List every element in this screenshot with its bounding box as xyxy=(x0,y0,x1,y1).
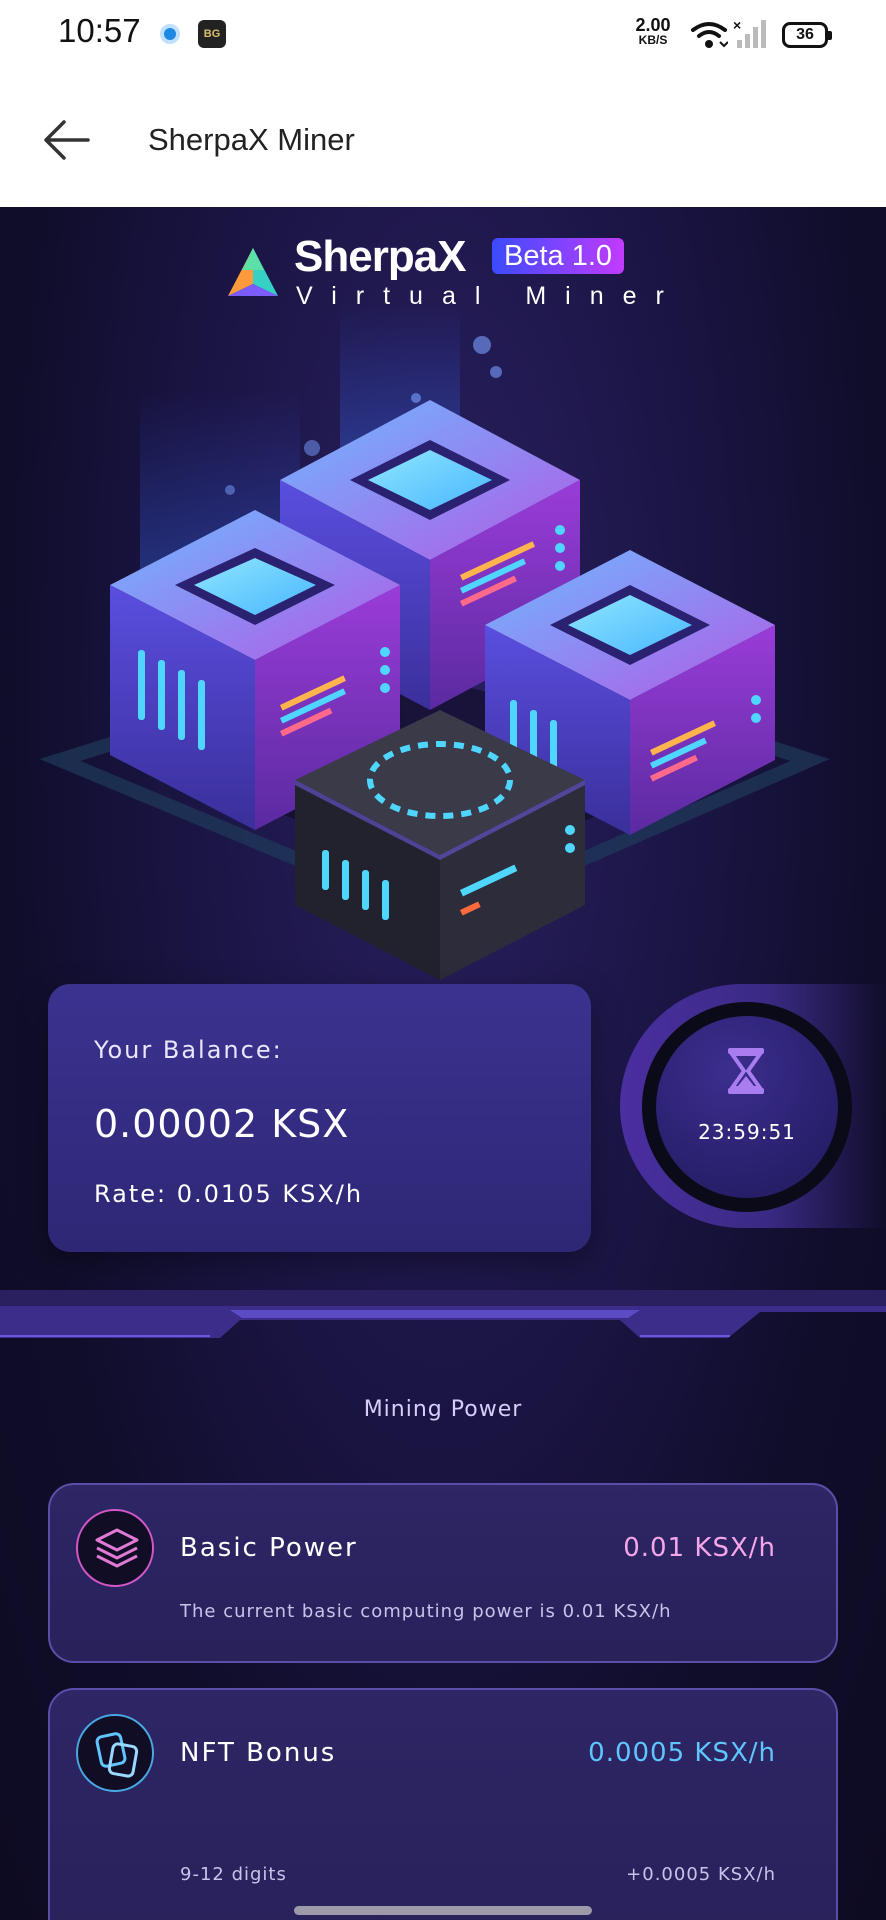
nft-bonus-value: 0.0005 KSX/h xyxy=(588,1738,776,1768)
section-divider xyxy=(0,1290,886,1338)
back-arrow-icon[interactable] xyxy=(40,112,96,168)
app-bar: SherpaX Miner xyxy=(0,72,886,207)
layers-icon xyxy=(76,1509,154,1587)
location-icon xyxy=(160,24,180,44)
nft-bonus-tier: 9-12 digits xyxy=(180,1864,287,1885)
timer-value: 23:59:51 xyxy=(698,1120,796,1144)
signal-icon: × xyxy=(733,18,766,48)
balance-card: Your Balance: 0.00002 KSX Rate: 0.0105 K… xyxy=(48,984,591,1252)
basic-power-description: The current basic computing power is 0.0… xyxy=(180,1601,672,1622)
app-screen: 10:57 BG 2.00 KB/S × 36 SherpaX Miner Sh… xyxy=(0,0,886,1920)
network-speed: 2.00 KB/S xyxy=(630,16,676,46)
mining-timer-button[interactable]: 23:59:51 xyxy=(620,984,886,1228)
home-indicator[interactable] xyxy=(294,1906,592,1915)
nft-bonus-card[interactable]: NFT Bonus 0.0005 KSX/h 9-12 digits +0.00… xyxy=(48,1688,838,1920)
basic-power-card[interactable]: Basic Power 0.01 KSX/h The current basic… xyxy=(48,1483,838,1663)
mining-rigs-illustration xyxy=(40,300,830,980)
logo-name: SherpaX xyxy=(294,232,467,281)
nft-bonus-title: NFT Bonus xyxy=(180,1738,337,1768)
svg-text:×: × xyxy=(733,18,741,33)
nft-icon xyxy=(76,1714,154,1792)
balance-value: 0.00002 KSX xyxy=(94,1102,350,1146)
beta-badge: Beta 1.0 xyxy=(492,238,625,274)
hourglass-icon xyxy=(728,1048,764,1094)
status-bar: 10:57 BG 2.00 KB/S × 36 xyxy=(0,0,886,72)
page-title: SherpaX Miner xyxy=(148,122,355,157)
app-icon: BG xyxy=(198,20,226,48)
nft-bonus-tier-value: +0.0005 KSX/h xyxy=(626,1864,776,1885)
battery-icon: 36 xyxy=(782,22,832,48)
balance-rate: Rate: 0.0105 KSX/h xyxy=(94,1180,364,1208)
wifi-icon xyxy=(691,22,728,48)
network-speed-value: 2.00 xyxy=(635,15,671,35)
status-time: 10:57 xyxy=(58,12,141,49)
timer-core xyxy=(656,1016,838,1198)
basic-power-value: 0.01 KSX/h xyxy=(623,1533,776,1563)
mining-power-title: Mining Power xyxy=(363,1397,523,1422)
balance-label: Your Balance: xyxy=(94,1036,283,1064)
basic-power-title: Basic Power xyxy=(180,1533,358,1563)
network-speed-unit: KB/S xyxy=(638,33,668,47)
